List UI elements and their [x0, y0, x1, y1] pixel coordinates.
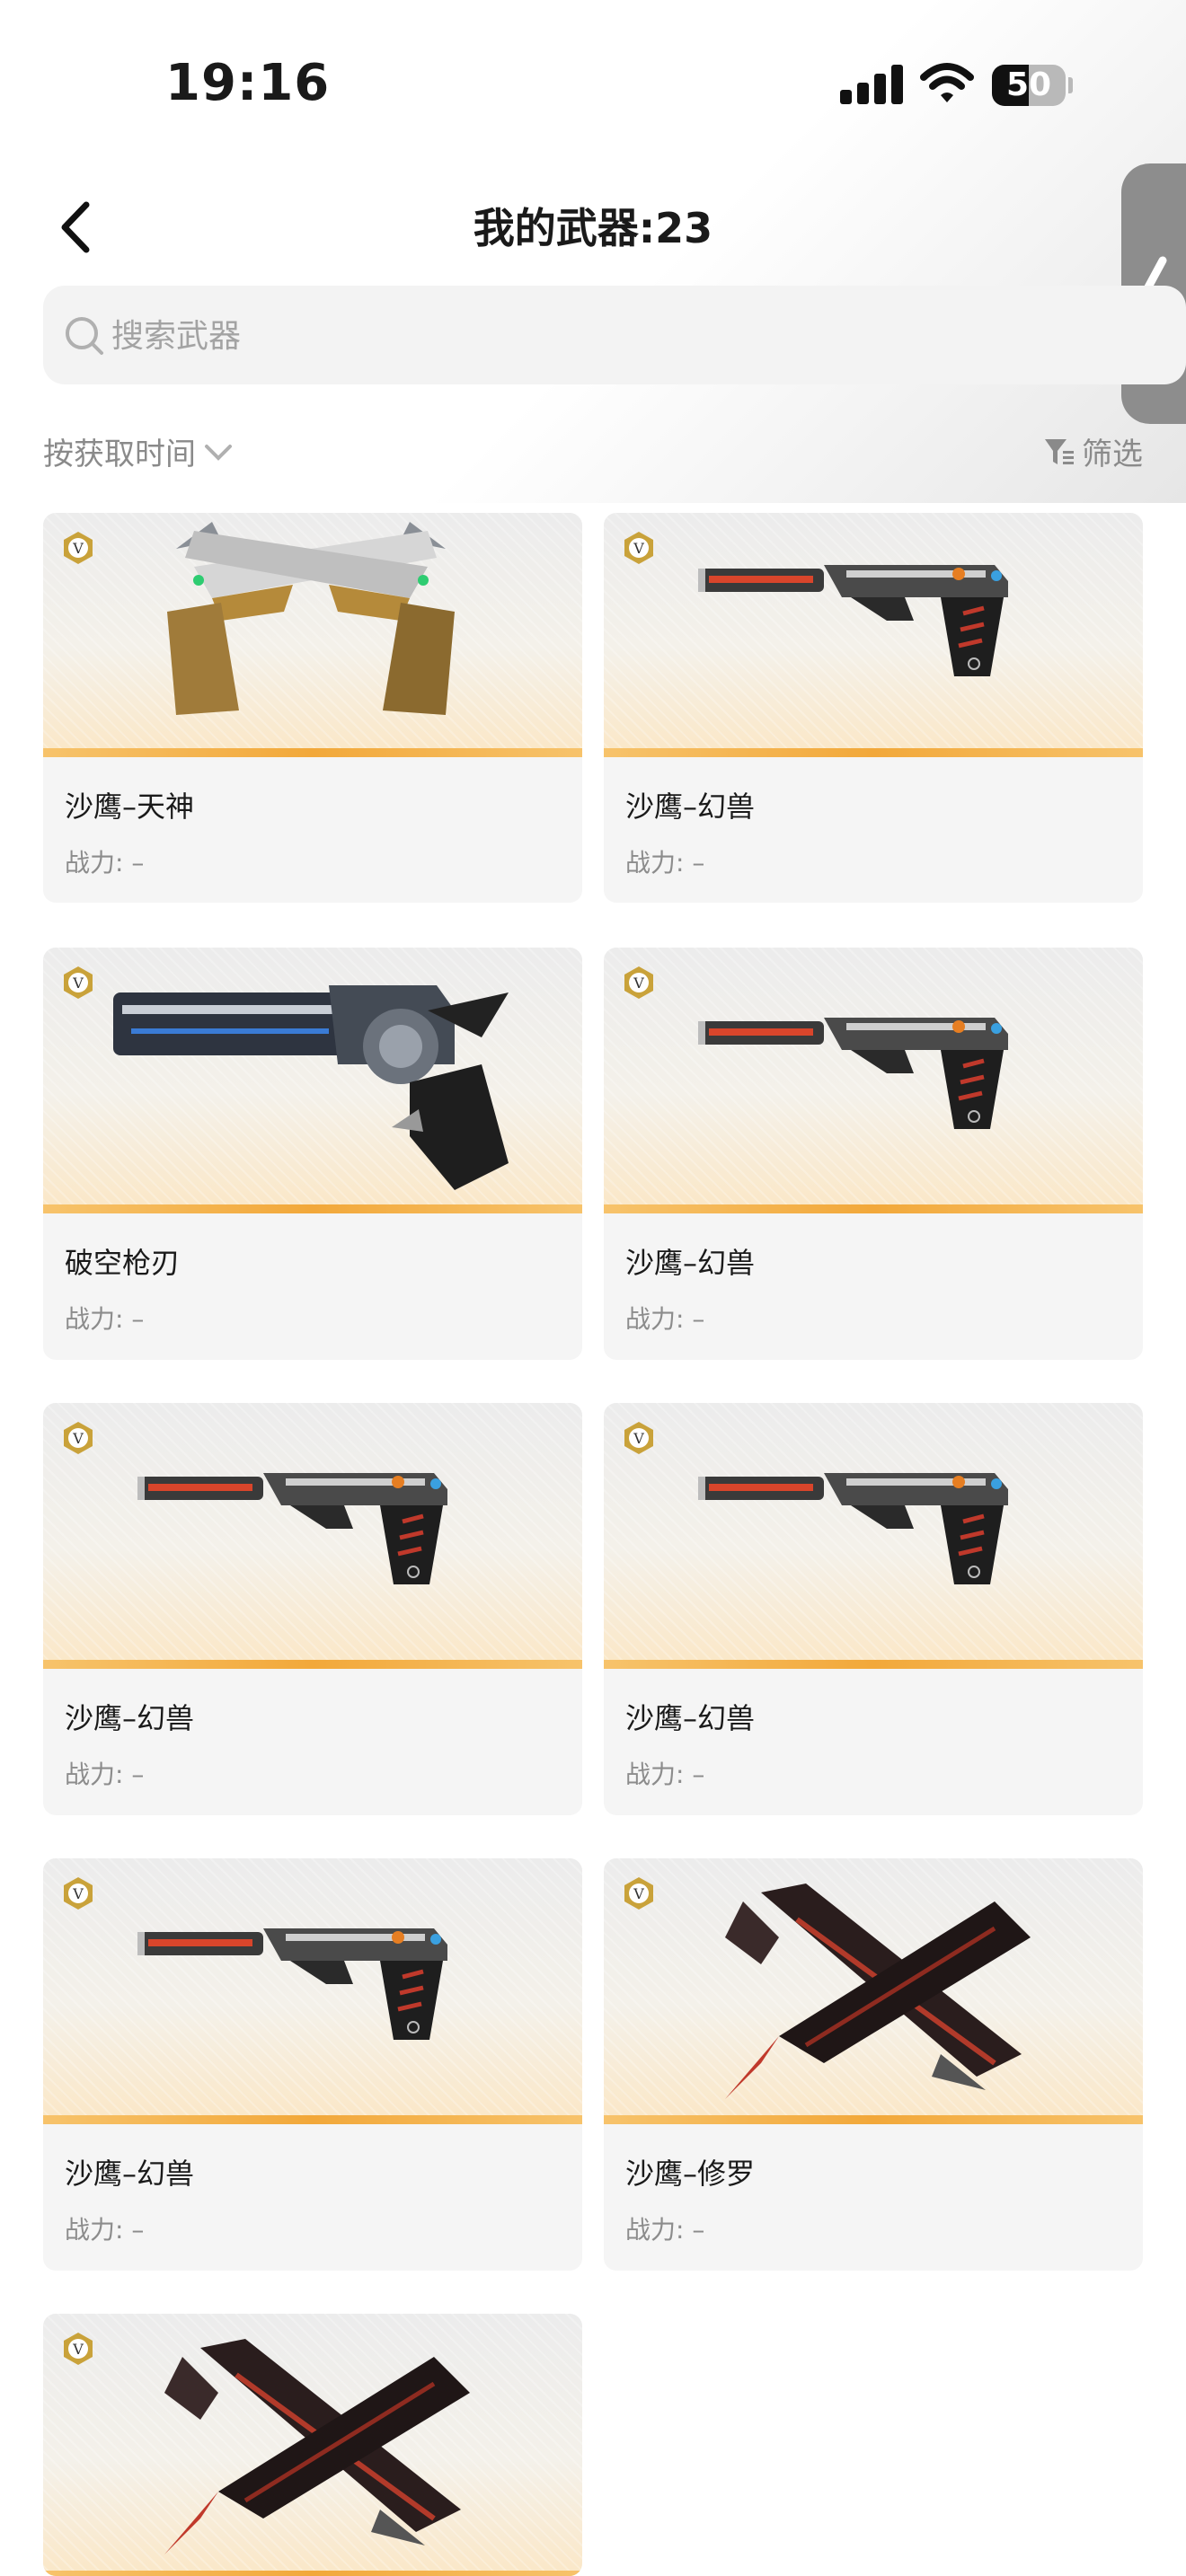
weapon-art	[604, 1858, 1143, 2124]
weapon-image	[698, 551, 1022, 689]
weapon-image	[698, 1003, 1022, 1142]
search-icon	[66, 317, 103, 355]
rarity-stripe	[604, 1204, 1143, 1213]
svg-text:V: V	[72, 1430, 84, 1447]
sort-dropdown[interactable]: 按获取时间	[43, 429, 234, 473]
cellular-signal-icon	[840, 65, 905, 104]
svg-text:V: V	[633, 540, 644, 557]
rarity-stripe	[43, 2115, 582, 2124]
vip-badge-icon: V	[64, 1422, 93, 1454]
weapon-card[interactable]: V 沙鹰–幻兽战力: –	[604, 513, 1143, 903]
weapon-image	[698, 1459, 1022, 1597]
weapon-image	[158, 513, 464, 732]
filter-label: 筛选	[1082, 437, 1143, 472]
weapon-name: 沙鹰–天神	[65, 790, 195, 824]
vip-badge-icon: V	[624, 966, 653, 999]
weapon-art	[604, 1403, 1143, 1669]
filter-icon	[1045, 438, 1074, 464]
rarity-stripe	[604, 748, 1143, 757]
weapon-power: 战力: –	[65, 848, 145, 878]
wifi-icon	[920, 63, 974, 102]
svg-text:V: V	[72, 540, 84, 557]
search-bar[interactable]	[43, 286, 1186, 386]
weapon-power: 战力: –	[625, 848, 705, 878]
rarity-stripe	[43, 748, 582, 757]
vip-badge-icon: V	[64, 966, 93, 999]
weapon-art	[43, 2314, 582, 2576]
weapon-name: 沙鹰–幻兽	[65, 2157, 195, 2191]
weapon-power: 战力: –	[625, 1304, 705, 1334]
svg-text:V: V	[72, 975, 84, 992]
vip-badge-icon: V	[64, 2333, 93, 2365]
vip-badge-icon: V	[624, 1877, 653, 1910]
weapon-name: 沙鹰–幻兽	[65, 1701, 195, 1735]
weapon-card[interactable]: V 沙鹰–修罗战力: –	[604, 1858, 1143, 2271]
battery-icon: 50	[992, 65, 1073, 106]
weapon-art	[43, 513, 582, 757]
chevron-down-icon	[205, 444, 232, 461]
vip-badge-icon: V	[64, 1877, 93, 1910]
rarity-stripe	[43, 1660, 582, 1669]
weapon-name: 沙鹰–幻兽	[625, 1701, 756, 1735]
weapon-image	[113, 975, 527, 1203]
svg-text:V: V	[633, 975, 644, 992]
svg-text:V: V	[72, 1885, 84, 1902]
rarity-stripe	[604, 1660, 1143, 1669]
weapon-name: 破空枪刃	[65, 1246, 181, 1280]
status-time: 19:16	[165, 54, 331, 112]
battery-level: 50	[1005, 66, 1052, 103]
weapon-card[interactable]: V 沙鹰–幻兽战力: –	[604, 948, 1143, 1360]
weapon-power: 战力: –	[65, 1304, 145, 1334]
svg-text:V: V	[633, 1430, 644, 1447]
weapon-name: 沙鹰–幻兽	[625, 790, 756, 824]
weapon-image	[137, 1914, 461, 2052]
weapon-art	[604, 513, 1143, 757]
vip-badge-icon: V	[624, 1422, 653, 1454]
weapon-name: 沙鹰–修罗	[625, 2157, 756, 2191]
weapon-art	[604, 948, 1143, 1213]
weapon-card[interactable]: V 沙鹰–天神战力: –	[43, 513, 582, 903]
weapon-art	[43, 1403, 582, 1669]
rarity-stripe	[43, 1204, 582, 1213]
svg-text:V: V	[72, 2341, 84, 2358]
sort-label: 按获取时间	[43, 437, 196, 472]
weapon-name: 沙鹰–幻兽	[625, 1246, 756, 1280]
page-title: 我的武器:23	[473, 204, 713, 252]
weapon-card[interactable]: V 沙鹰–幻兽战力: –	[604, 1403, 1143, 1815]
weapon-art	[43, 1858, 582, 2124]
weapon-power: 战力: –	[65, 1760, 145, 1789]
weapon-art	[43, 948, 582, 1213]
rarity-stripe	[43, 2571, 582, 2576]
weapon-card[interactable]: V 沙鹰–幻兽战力: –	[43, 1403, 582, 1815]
weapon-image	[725, 1883, 1031, 2103]
rarity-stripe	[604, 2115, 1143, 2124]
weapon-card[interactable]: V 沙鹰–幻兽战力: –	[43, 1858, 582, 2271]
vip-badge-icon: V	[64, 532, 93, 564]
weapon-card[interactable]: V	[43, 2314, 582, 2576]
svg-text:V: V	[633, 1885, 644, 1902]
filter-button[interactable]: 筛选	[1042, 429, 1143, 473]
weapon-power: 战力: –	[625, 2215, 705, 2245]
weapon-image	[137, 1459, 461, 1597]
weapon-power: 战力: –	[65, 2215, 145, 2245]
weapon-image	[164, 2339, 470, 2558]
vip-badge-icon: V	[624, 532, 653, 564]
weapon-power: 战力: –	[625, 1760, 705, 1789]
weapon-card[interactable]: V 破空枪刃战力: –	[43, 948, 582, 1360]
search-input[interactable]	[110, 286, 922, 386]
